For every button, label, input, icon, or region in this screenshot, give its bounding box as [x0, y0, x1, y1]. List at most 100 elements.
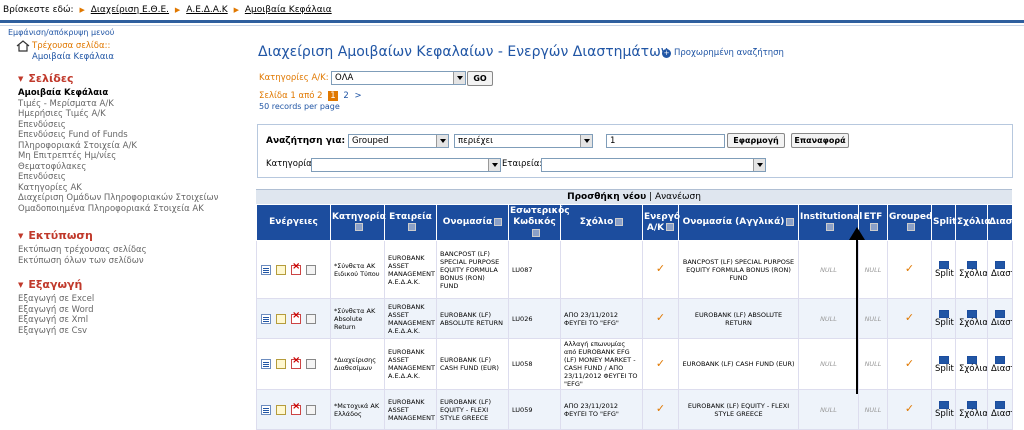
col-name-en[interactable]: Ονομασία (Αγγλικά) — [678, 204, 799, 241]
copy-icon[interactable] — [306, 313, 316, 324]
filter-icon[interactable] — [906, 223, 915, 231]
sidebar-item-grouped-info[interactable]: Ομαδοποιημένα Πληροφοριακά Στοιχεία ΑΚ — [18, 204, 218, 215]
edit-icon[interactable] — [276, 404, 286, 415]
delete-icon[interactable] — [291, 312, 301, 324]
breadcrumb-link-management[interactable]: Διαχείριση Ε.Θ.Ε. — [91, 5, 169, 15]
add-new-link[interactable]: Προσθήκη νέου — [567, 192, 646, 202]
delete-icon[interactable] — [291, 263, 301, 275]
filter-icon[interactable] — [354, 223, 363, 231]
search-field-select[interactable]: Grouped — [348, 134, 449, 148]
copy-icon[interactable] — [306, 404, 316, 415]
search-value-input[interactable]: 1 — [606, 134, 725, 148]
edit-icon[interactable] — [276, 359, 286, 369]
breadcrumb: Βρίσκεστε εδώ: ▶ Διαχείριση Ε.Θ.Ε. ▶ Α.Ε… — [0, 0, 1024, 23]
split-link[interactable]: Split — [931, 240, 956, 299]
filter-icon[interactable] — [615, 217, 624, 226]
intervals-link[interactable]: Διαστήματα — [987, 298, 1013, 339]
col-active[interactable]: Ενεργό Α/Κ — [642, 204, 680, 241]
sidebar-item-export-csv[interactable]: Εξαγωγή σε Csv — [18, 326, 94, 337]
sidebar-item-export-word[interactable]: Εξαγωγή σε Word — [18, 305, 94, 316]
split-link[interactable]: Split — [931, 298, 956, 339]
notes-link[interactable]: Σχόλια — [955, 298, 988, 339]
sidebar-item-investments-2[interactable]: Επενδύσεις — [18, 172, 218, 183]
advanced-search-link[interactable]: + Προχωρημένη αναζήτηση — [662, 48, 784, 58]
col-company[interactable]: Εταιρεία — [384, 204, 437, 241]
notes-icon — [966, 401, 977, 409]
sidebar-item-categories[interactable]: Κατηγορίες ΑΚ — [18, 183, 218, 194]
go-button[interactable]: GO — [467, 71, 493, 86]
cell-comment: ΑΠΟ 23/11/2012 ΦΕΥΓΕΙ ΤΟ "EFG" — [560, 389, 643, 430]
copy-icon[interactable] — [306, 359, 316, 369]
delete-icon[interactable] — [291, 403, 301, 415]
sidebar-item-export-excel[interactable]: Εξαγωγή σε Excel — [18, 294, 94, 305]
breadcrumb-link-aedak[interactable]: Α.Ε.Δ.Α.Κ — [186, 5, 228, 15]
sidebar-item-investments[interactable]: Επενδύσεις — [18, 120, 218, 131]
filter-icon[interactable] — [870, 223, 878, 231]
section-print-title[interactable]: ▼ Εκτύπωση — [18, 229, 93, 242]
sidebar-item-dates[interactable]: Μη Επιτρεπτές Ημ/νίες — [18, 151, 218, 162]
split-icon — [938, 310, 949, 318]
notes-link[interactable]: Σχόλια — [955, 240, 988, 299]
view-icon[interactable] — [261, 264, 271, 275]
copy-icon[interactable] — [306, 264, 316, 275]
sidebar-item-daily-prices[interactable]: Ημερήσιες Τιμές Α/Κ — [18, 109, 218, 120]
search-category-select[interactable] — [311, 158, 501, 172]
split-link[interactable]: Split — [931, 389, 956, 430]
search-operator-select[interactable]: περιέχει — [454, 134, 593, 148]
chevron-right-icon: ▶ — [233, 6, 239, 14]
page-current: 1 — [328, 91, 338, 101]
notes-link[interactable]: Σχόλια — [955, 338, 988, 390]
row-actions — [256, 338, 331, 390]
reset-button[interactable]: Επαναφορά — [791, 133, 849, 148]
edit-icon[interactable] — [276, 264, 286, 275]
sidebar-item-info[interactable]: Πληροφοριακά Στοιχεία Α/Κ — [18, 141, 218, 152]
cell-comment — [560, 240, 643, 299]
sidebar-item-funds[interactable]: Αμοιβαία Κεφάλαια — [18, 88, 218, 99]
page-2-link[interactable]: 2 — [343, 91, 348, 101]
table-row: *Σύνθετα ΑΚ Absolute Return EUROBANK ASS… — [256, 298, 1013, 339]
sidebar-item-custodians[interactable]: Θεματοφύλακες — [18, 162, 218, 173]
col-grouped[interactable]: Grouped — [887, 204, 932, 241]
col-code[interactable]: Εσωτερικός Κωδικός — [508, 204, 570, 241]
search-company-select[interactable] — [541, 158, 766, 172]
col-category[interactable]: Κατηγορία — [330, 204, 386, 241]
col-name[interactable]: Ονομασία — [436, 204, 509, 241]
edit-icon[interactable] — [276, 313, 286, 324]
delete-icon[interactable] — [291, 357, 301, 369]
filter-icon[interactable] — [786, 217, 795, 226]
sidebar-item-print-all[interactable]: Εκτύπωση όλων των σελίδων — [18, 256, 147, 267]
breadcrumb-link-funds[interactable]: Αμοιβαία Κεφάλαια — [245, 5, 332, 15]
filter-icon[interactable] — [531, 228, 540, 237]
sort-icon[interactable] — [494, 217, 503, 226]
section-pages-title[interactable]: ▼ Σελίδες — [18, 72, 73, 85]
filter-icon[interactable] — [666, 223, 675, 231]
next-page-link[interactable]: > — [354, 91, 361, 101]
sidebar-item-prices[interactable]: Τιμές - Μερίσματα Α/Κ — [18, 99, 218, 110]
col-comment[interactable]: Σχόλιο — [560, 204, 643, 241]
intervals-link[interactable]: Διαστήματα — [987, 389, 1013, 430]
cell-active: ✓ — [642, 240, 679, 299]
col-actions: Ενέργειες — [256, 204, 331, 241]
sidebar-item-export-xml[interactable]: Εξαγωγή σε Xml — [18, 315, 94, 326]
apply-button[interactable]: Εφαρμογή — [727, 133, 785, 148]
toggle-menu-link[interactable]: Εμφάνιση/απόκρυψη μενού — [8, 28, 114, 37]
filter-icon[interactable] — [407, 223, 416, 231]
refresh-link[interactable]: Ανανέωση — [655, 192, 701, 202]
row-actions — [256, 389, 331, 430]
view-icon[interactable] — [261, 313, 271, 324]
sidebar-item-print-current[interactable]: Εκτύπωση τρέχουσας σελίδας — [18, 245, 147, 256]
sidebar-item-fof[interactable]: Επενδύσεις Fund of Funds — [18, 130, 218, 141]
view-icon[interactable] — [261, 359, 271, 369]
category-select[interactable]: ΟΛΑ — [331, 71, 466, 85]
view-icon[interactable] — [261, 404, 271, 415]
current-page-label: Τρέχουσα σελίδα:: — [32, 41, 111, 51]
intervals-link[interactable]: Διαστήματα — [987, 240, 1013, 299]
intervals-icon — [995, 355, 1005, 364]
checkmark-icon: ✓ — [904, 356, 915, 370]
sidebar-item-groups[interactable]: Διαχείριση Ομάδων Πληροφοριακών Στοιχείω… — [18, 193, 218, 204]
intervals-link[interactable]: Διαστήματα — [987, 338, 1013, 390]
section-export-title[interactable]: ▼ Εξαγωγή — [18, 278, 82, 291]
split-link[interactable]: Split — [931, 338, 956, 390]
filter-icon[interactable] — [825, 223, 834, 231]
notes-link[interactable]: Σχόλια — [955, 389, 988, 430]
